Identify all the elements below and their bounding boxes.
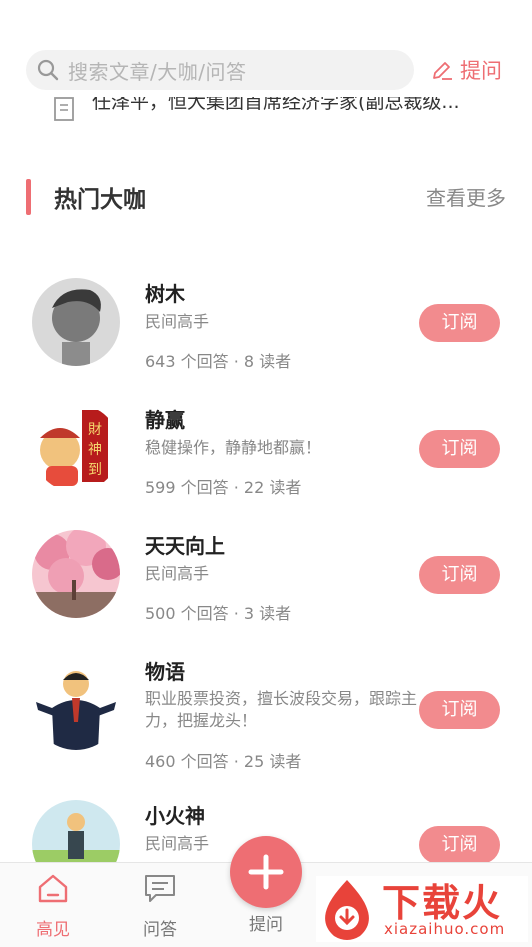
home-icon bbox=[38, 874, 68, 903]
ticker-text: 任泽平，恒大集团首席经济学家(副总裁级... bbox=[92, 97, 460, 113]
subscribe-button[interactable]: 订阅 bbox=[419, 691, 500, 729]
expert-description: 职业股票投资，擅长波段交易，跟踪主力，把握龙头！ bbox=[145, 689, 418, 730]
watermark-title: 下载火 bbox=[382, 881, 503, 925]
chat-icon bbox=[145, 875, 175, 902]
fortune-char-3: 到 bbox=[88, 462, 102, 478]
expert-description: 民间高手 bbox=[145, 564, 210, 583]
section-accent-bar bbox=[26, 179, 31, 215]
expert-stats: 599 个回答 · 22 读者 bbox=[145, 478, 302, 497]
expert-stats: 460 个回答 · 25 读者 bbox=[145, 752, 302, 771]
expert-name: 小火神 bbox=[145, 804, 205, 828]
see-more-link[interactable]: 查看更多 bbox=[426, 182, 506, 211]
subscribe-button[interactable]: 订阅 bbox=[419, 826, 500, 864]
subscribe-button[interactable]: 订阅 bbox=[419, 430, 500, 468]
ask-question-label: 提问 bbox=[460, 59, 502, 83]
ask-question-button[interactable]: 提问 bbox=[430, 55, 502, 85]
expert-description: 民间高手 bbox=[145, 312, 210, 331]
hot-experts-header: 热门大咖 查看更多 bbox=[26, 176, 506, 218]
fortune-char-2: 神 bbox=[88, 442, 102, 458]
ask-fab-button[interactable] bbox=[230, 836, 302, 908]
section-title: 热门大咖 bbox=[54, 187, 146, 213]
avatar bbox=[32, 530, 120, 618]
expert-name: 树木 bbox=[145, 282, 185, 306]
news-ticker[interactable]: 任泽平，恒大集团首席经济学家(副总裁级... bbox=[52, 97, 512, 123]
tab-home-label: 高见 bbox=[36, 920, 70, 940]
tab-home[interactable]: 高见 bbox=[13, 871, 93, 940]
expert-stats: 643 个回答 · 8 读者 bbox=[145, 352, 292, 371]
subscribe-button[interactable]: 订阅 bbox=[419, 304, 500, 342]
watermark-domain: xiazaihuo.com bbox=[384, 920, 506, 938]
search-placeholder: 搜索文章/大咖/问答 bbox=[68, 59, 247, 84]
avatar bbox=[32, 662, 120, 750]
document-icon bbox=[54, 97, 74, 121]
tab-ask-label: 提问 bbox=[249, 915, 283, 935]
expert-description: 稳健操作，静静地都赢！ bbox=[145, 438, 322, 457]
avatar: 財 神 到 bbox=[32, 404, 120, 492]
tab-qa[interactable]: 问答 bbox=[120, 871, 200, 940]
flame-logo-icon bbox=[325, 880, 369, 940]
expert-name: 物语 bbox=[145, 660, 185, 684]
search-row: 搜索文章/大咖/问答 提问 bbox=[26, 50, 516, 92]
avatar bbox=[32, 278, 120, 366]
search-icon bbox=[37, 59, 59, 81]
plus-icon bbox=[248, 854, 284, 890]
subscribe-button[interactable]: 订阅 bbox=[419, 556, 500, 594]
expert-name: 静赢 bbox=[145, 408, 185, 432]
watermark: 下载火 xiazaihuo.com bbox=[316, 876, 528, 942]
edit-icon bbox=[433, 62, 452, 80]
fortune-char-1: 財 bbox=[88, 422, 102, 438]
expert-stats: 500 个回答 · 3 读者 bbox=[145, 604, 292, 623]
expert-name: 天天向上 bbox=[145, 534, 225, 558]
tab-qa-label: 问答 bbox=[143, 920, 177, 940]
search-input[interactable]: 搜索文章/大咖/问答 bbox=[26, 50, 414, 90]
